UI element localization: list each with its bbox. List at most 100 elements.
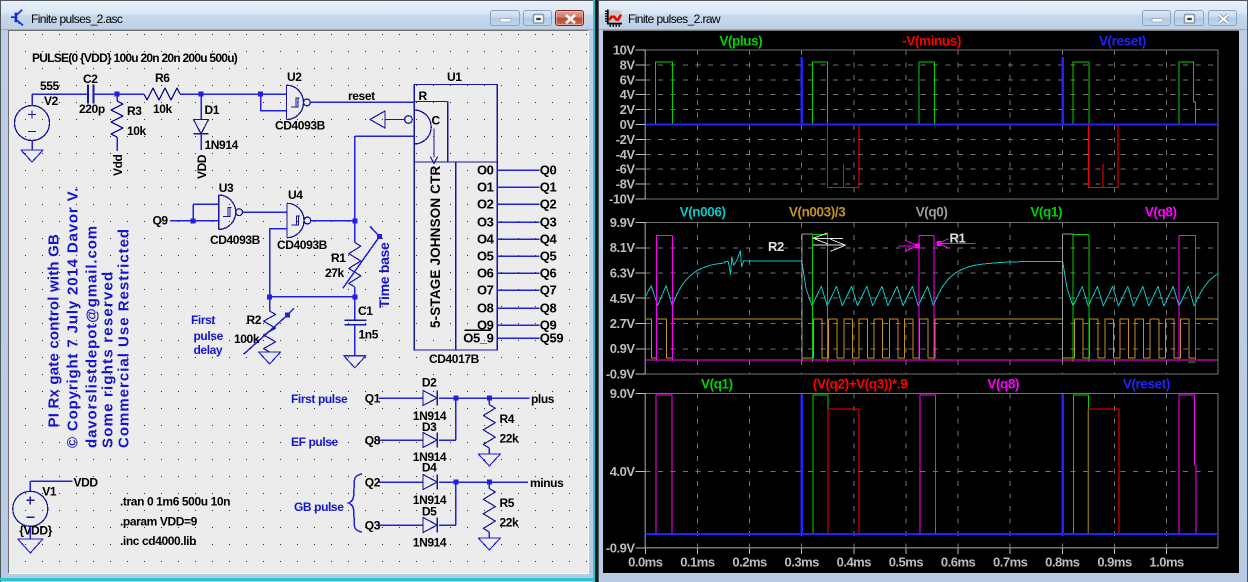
svg-text:© Copyright 7 July 2014 Davor: © Copyright 7 July 2014 Davor V.: [65, 187, 82, 448]
svg-text:O0: O0: [477, 163, 494, 178]
svg-text:V(q1): V(q1): [1030, 205, 1062, 220]
svg-text:2.7V: 2.7V: [610, 316, 636, 331]
svg-text:minus: minus: [530, 476, 564, 490]
svg-text:220p: 220p: [79, 102, 105, 116]
svg-text:R1: R1: [331, 251, 346, 265]
svg-text:VDD: VDD: [74, 476, 99, 490]
svg-text:-0.9V: -0.9V: [606, 367, 635, 382]
svg-text:U1: U1: [447, 70, 462, 84]
svg-text:2V: 2V: [620, 102, 636, 117]
svg-text:Q8: Q8: [365, 434, 381, 448]
svg-text:9.0V: 9.0V: [610, 386, 636, 401]
svg-text:CD4093B: CD4093B: [277, 238, 328, 252]
svg-text:PI Rx gate control with GB: PI Rx gate control with GB: [46, 234, 63, 428]
svg-text:Q3: Q3: [540, 215, 557, 230]
svg-text:0.5ms: 0.5ms: [889, 555, 924, 570]
svg-text:Some rights reserved: Some rights reserved: [100, 271, 117, 448]
svg-text:O5_9: O5_9: [463, 331, 493, 346]
svg-text:-8V: -8V: [616, 177, 636, 192]
svg-text:D1: D1: [205, 103, 220, 117]
svg-text:O4: O4: [477, 232, 495, 247]
svg-text:0V: 0V: [620, 117, 636, 132]
svg-text:555: 555: [40, 79, 60, 93]
svg-text:-2V: -2V: [616, 132, 636, 147]
svg-text:Commercial Use Restricted: Commercial Use Restricted: [116, 228, 133, 448]
svg-text:D2: D2: [422, 376, 437, 390]
svg-text:CD4093B: CD4093B: [210, 233, 261, 247]
svg-text:O5: O5: [477, 249, 494, 264]
svg-text:V(q8): V(q8): [1145, 205, 1177, 220]
svg-text:CD4017B: CD4017B: [429, 352, 480, 366]
svg-text:U3: U3: [219, 181, 234, 195]
svg-text:pulse: pulse: [194, 329, 224, 343]
svg-text:Q59: Q59: [540, 331, 564, 346]
svg-text:PULSE(0 {VDD} 100u 20n 20n 200: PULSE(0 {VDD} 100u 20n 20n 200u 500u): [32, 51, 238, 65]
svg-text:Q8: Q8: [540, 301, 557, 316]
svg-text:Vdd: Vdd: [111, 154, 125, 176]
svg-text:6.3V: 6.3V: [610, 266, 636, 281]
svg-text:0.4ms: 0.4ms: [837, 555, 872, 570]
svg-text:O3: O3: [477, 215, 494, 230]
svg-text:V2: V2: [44, 94, 59, 108]
svg-text:0.9ms: 0.9ms: [1097, 555, 1132, 570]
svg-text:Q1: Q1: [365, 392, 381, 406]
svg-text:0.1ms: 0.1ms: [680, 555, 715, 570]
svg-text:D4: D4: [422, 461, 437, 475]
svg-text:Q0: Q0: [540, 163, 557, 178]
svg-text:0.8ms: 0.8ms: [1045, 555, 1080, 570]
svg-text:-V(minus): -V(minus): [902, 34, 961, 49]
svg-text:O6: O6: [477, 266, 494, 281]
svg-text:10V: 10V: [613, 43, 635, 58]
svg-text:8V: 8V: [620, 57, 636, 72]
svg-text:V(n006): V(n006): [680, 205, 726, 220]
svg-text:0.3ms: 0.3ms: [785, 555, 820, 570]
svg-text:R2: R2: [247, 313, 262, 327]
svg-text:8.1V: 8.1V: [610, 240, 636, 255]
svg-text:C: C: [432, 114, 441, 128]
svg-text:4.0V: 4.0V: [610, 464, 636, 479]
svg-text:davorslistdepot@gmail.com: davorslistdepot@gmail.com: [84, 225, 101, 448]
svg-text:delay: delay: [194, 343, 223, 357]
svg-text:-6V: -6V: [616, 162, 636, 177]
svg-text:First: First: [191, 313, 215, 327]
svg-text:R5: R5: [500, 496, 515, 510]
svg-text:(V(q2)+V(q3))*.9: (V(q2)+V(q3))*.9: [813, 377, 908, 392]
svg-text:Q9: Q9: [153, 214, 169, 228]
svg-text:D5: D5: [422, 505, 437, 519]
svg-text:22k: 22k: [500, 516, 520, 530]
svg-text:Q4: Q4: [540, 232, 558, 247]
svg-text:Q5: Q5: [540, 249, 557, 264]
svg-text:V(q8): V(q8): [987, 377, 1019, 392]
svg-text:C2: C2: [83, 72, 98, 86]
svg-text:4V: 4V: [620, 87, 636, 102]
svg-text:C1: C1: [358, 304, 373, 318]
svg-text:U2: U2: [287, 70, 302, 84]
svg-text:0.7ms: 0.7ms: [993, 555, 1028, 570]
svg-text:.param VDD=9: .param VDD=9: [120, 515, 198, 529]
svg-text:10k: 10k: [153, 102, 173, 116]
svg-text:plus: plus: [531, 392, 555, 406]
svg-text:O1: O1: [477, 180, 494, 195]
svg-text:O8: O8: [477, 301, 494, 316]
svg-text:1.0ms: 1.0ms: [1149, 555, 1184, 570]
svg-text:O2: O2: [477, 197, 494, 212]
svg-text:CD4093B: CD4093B: [275, 119, 326, 133]
svg-text:0.0ms: 0.0ms: [628, 555, 663, 570]
svg-text:Q2: Q2: [540, 197, 557, 212]
svg-text:100k: 100k: [234, 332, 260, 346]
svg-text:0.9V: 0.9V: [610, 341, 636, 356]
svg-text:V1: V1: [42, 485, 57, 499]
svg-text:0.6ms: 0.6ms: [941, 555, 976, 570]
svg-text:-10V: -10V: [609, 192, 635, 207]
svg-text:Q2: Q2: [365, 476, 381, 490]
svg-text:10k: 10k: [127, 124, 147, 138]
svg-text:1N914: 1N914: [413, 536, 447, 550]
svg-text:1n5: 1n5: [359, 328, 379, 342]
svg-text:9.9V: 9.9V: [610, 215, 636, 230]
svg-text:4.5V: 4.5V: [610, 291, 636, 306]
svg-text:R4: R4: [500, 412, 515, 426]
svg-text:O7: O7: [477, 283, 494, 298]
svg-text:R2: R2: [768, 239, 784, 254]
svg-text:D3: D3: [422, 420, 437, 434]
svg-text:V(n003)/3: V(n003)/3: [789, 205, 846, 220]
